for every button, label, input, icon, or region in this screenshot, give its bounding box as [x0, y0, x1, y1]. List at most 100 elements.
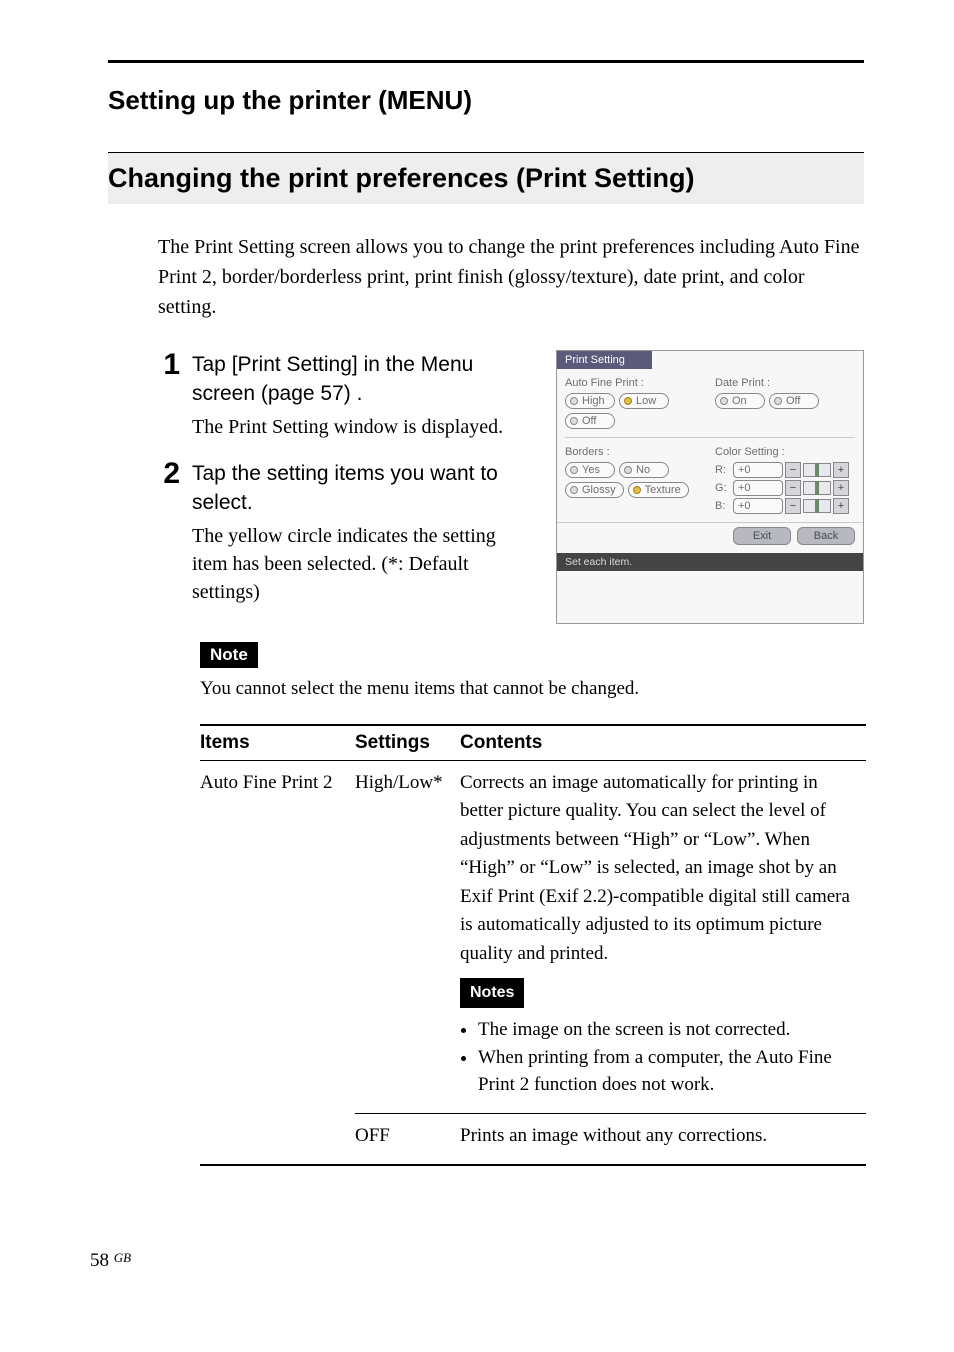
- steps-column: 1 Tap [Print Setting] in the Menu screen…: [158, 350, 536, 624]
- group-color-setting: Color Setting : R: +0 − + G: +0 −: [715, 446, 855, 516]
- step-1: 1 Tap [Print Setting] in the Menu screen…: [158, 350, 536, 441]
- date-label: Date Print :: [715, 377, 855, 389]
- borders-texture-option[interactable]: Texture: [628, 482, 689, 498]
- radio-icon: [570, 486, 578, 494]
- opt-label: Texture: [645, 484, 681, 496]
- borders-glossy-option[interactable]: Glossy: [565, 482, 624, 498]
- afp-label: Auto Fine Print :: [565, 377, 705, 389]
- step-body: Tap [Print Setting] in the Menu screen (…: [192, 350, 536, 441]
- plus-button[interactable]: +: [833, 480, 849, 496]
- intro-paragraph: The Print Setting screen allows you to c…: [158, 232, 864, 322]
- color-label: Color Setting :: [715, 446, 855, 458]
- date-off-option[interactable]: Off: [769, 393, 819, 409]
- borders-no-option[interactable]: No: [619, 462, 669, 478]
- r-label: R:: [715, 464, 731, 476]
- step-number: 2: [158, 459, 180, 606]
- super-heading: Setting up the printer (MENU): [108, 85, 864, 116]
- radio-icon: [570, 417, 578, 425]
- radio-selected-icon: [624, 397, 632, 405]
- radio-icon: [624, 466, 632, 474]
- date-on-option[interactable]: On: [715, 393, 765, 409]
- borders-label: Borders :: [565, 446, 705, 458]
- table-row: Auto Fine Print 2 High/Low* Corrects an …: [200, 760, 866, 1113]
- radio-selected-icon: [633, 486, 641, 494]
- table-row: OFF Prints an image without any correcti…: [200, 1113, 866, 1165]
- group-auto-fine-print: Auto Fine Print : High Low Off: [565, 377, 705, 429]
- note-text: You cannot select the menu items that ca…: [200, 678, 864, 700]
- note-item: The image on the screen is not corrected…: [478, 1016, 860, 1044]
- plus-button[interactable]: +: [833, 498, 849, 514]
- divider: [565, 437, 855, 438]
- minus-button[interactable]: −: [785, 480, 801, 496]
- step-desc: The Print Setting window is displayed.: [192, 413, 536, 441]
- step-title: Tap the setting items you want to select…: [192, 459, 536, 518]
- section-heading: Changing the print preferences (Print Se…: [108, 152, 864, 204]
- afp-options: High Low: [565, 393, 705, 409]
- notes-badge: Notes: [460, 978, 524, 1008]
- col-items: Items: [200, 725, 355, 761]
- cell-setting: OFF: [355, 1113, 460, 1165]
- step-title: Tap [Print Setting] in the Menu screen (…: [192, 350, 536, 409]
- window-buttons: Exit Back: [557, 522, 863, 553]
- date-options: On Off: [715, 393, 855, 409]
- opt-label: On: [732, 395, 747, 407]
- r-value: +0: [733, 462, 783, 478]
- afp-high-option[interactable]: High: [565, 393, 615, 409]
- afp-off-option[interactable]: Off: [565, 413, 615, 429]
- minus-button[interactable]: −: [785, 462, 801, 478]
- print-setting-window: Print Setting Auto Fine Print : High Low…: [556, 350, 864, 624]
- cell-content: Corrects an image automatically for prin…: [460, 760, 866, 1113]
- step-desc: The yellow circle indicates the setting …: [192, 522, 536, 606]
- opt-label: Low: [636, 395, 656, 407]
- exit-button[interactable]: Exit: [733, 527, 791, 545]
- steps-area: 1 Tap [Print Setting] in the Menu screen…: [158, 350, 864, 624]
- cell-setting: High/Low*: [355, 760, 460, 1113]
- page-number: 58 GB: [90, 1250, 131, 1272]
- note-badge: Note: [200, 642, 258, 668]
- row-borders-color: Borders : Yes No Glossy Texture Color Se…: [565, 446, 855, 516]
- step-body: Tap the setting items you want to select…: [192, 459, 536, 606]
- content-text: Corrects an image automatically for prin…: [460, 772, 850, 964]
- color-g-row: G: +0 − +: [715, 480, 855, 496]
- minus-button[interactable]: −: [785, 498, 801, 514]
- page: Setting up the printer (MENU) Changing t…: [0, 0, 954, 1352]
- radio-icon: [570, 466, 578, 474]
- afp-low-option[interactable]: Low: [619, 393, 669, 409]
- radio-icon: [720, 397, 728, 405]
- slider[interactable]: [803, 481, 831, 495]
- borders-opts-1: Yes No: [565, 462, 705, 478]
- radio-icon: [774, 397, 782, 405]
- g-value: +0: [733, 480, 783, 496]
- opt-label: Off: [786, 395, 800, 407]
- opt-label: Glossy: [582, 484, 616, 496]
- status-bar: Set each item.: [557, 553, 863, 571]
- afp-options-2: Off: [565, 413, 705, 429]
- col-contents: Contents: [460, 725, 866, 761]
- note-item: When printing from a computer, the Auto …: [478, 1044, 860, 1099]
- radio-icon: [570, 397, 578, 405]
- group-date-print: Date Print : On Off: [715, 377, 855, 429]
- page-num-value: 58: [90, 1250, 109, 1271]
- table-header-row: Items Settings Contents: [200, 725, 866, 761]
- row-afp-date: Auto Fine Print : High Low Off Date Prin…: [565, 377, 855, 429]
- page-gb-label: GB: [114, 1250, 131, 1265]
- opt-label: High: [582, 395, 605, 407]
- borders-yes-option[interactable]: Yes: [565, 462, 615, 478]
- g-label: G:: [715, 482, 731, 494]
- opt-label: Yes: [582, 464, 600, 476]
- step-2: 2 Tap the setting items you want to sele…: [158, 459, 536, 606]
- window-title: Print Setting: [557, 351, 652, 369]
- top-rule: [108, 60, 864, 63]
- slider[interactable]: [803, 463, 831, 477]
- cell-content: Prints an image without any corrections.: [460, 1113, 866, 1165]
- plus-button[interactable]: +: [833, 462, 849, 478]
- slider[interactable]: [803, 499, 831, 513]
- back-button[interactable]: Back: [797, 527, 855, 545]
- cell-item: Auto Fine Print 2: [200, 760, 355, 1113]
- settings-table: Items Settings Contents Auto Fine Print …: [200, 724, 866, 1167]
- step-number: 1: [158, 350, 180, 441]
- b-label: B:: [715, 500, 731, 512]
- color-r-row: R: +0 − +: [715, 462, 855, 478]
- group-borders: Borders : Yes No Glossy Texture: [565, 446, 705, 516]
- cell-item: [200, 1113, 355, 1165]
